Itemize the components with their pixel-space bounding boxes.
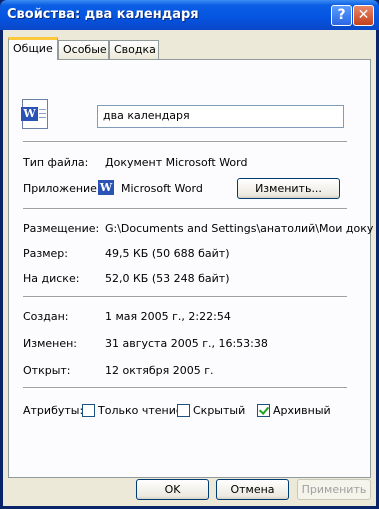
location-value: G:\Documents and Settings\анатолий\Мои д… (105, 222, 374, 235)
window-title: Свойства: два календаря (7, 7, 199, 22)
properties-window: Свойства: два календаря ? ✕ Общие Особые… (0, 0, 379, 509)
archive-checkbox[interactable] (257, 404, 270, 417)
attributes-label: Атрибуты: (23, 404, 84, 417)
general-panel: W два календаря Тип файла: Документ Micr… (8, 59, 374, 478)
hidden-label[interactable]: Скрытый (193, 404, 245, 417)
close-button[interactable]: ✕ (353, 5, 374, 26)
disk-size-value: 52,0 КБ (53 248 байт) (105, 272, 230, 285)
divider (23, 141, 347, 143)
application-value: Microsoft Word (121, 182, 203, 195)
divider (23, 208, 347, 210)
created-value: 1 мая 2005 г., 2:22:54 (105, 310, 231, 323)
opened-label: Открыт: (23, 364, 71, 377)
disk-size-label: На диске: (23, 272, 80, 285)
readonly-checkbox[interactable] (82, 404, 95, 417)
divider (23, 296, 347, 298)
modified-value: 31 августа 2005 г., 16:53:38 (105, 337, 268, 350)
tab-label: Общие (13, 42, 53, 55)
change-button[interactable]: Изменить... (237, 178, 340, 199)
tab-general[interactable]: Общие (8, 37, 58, 60)
readonly-label[interactable]: Только чтение (98, 404, 183, 417)
size-value: 49,5 КБ (50 688 байт) (105, 247, 230, 260)
location-label: Размещение: (23, 222, 100, 235)
file-name-input[interactable]: два календаря (97, 105, 344, 128)
application-label: Приложение: (23, 182, 101, 195)
close-icon: ✕ (357, 7, 370, 23)
modified-label: Изменен: (23, 337, 78, 350)
file-type-value: Документ Microsoft Word (105, 156, 248, 169)
opened-value: 12 октября 2005 г. (105, 364, 214, 377)
file-type-label: Тип файла: (23, 156, 89, 169)
archive-label[interactable]: Архивный (273, 404, 331, 417)
hidden-checkbox[interactable] (177, 404, 190, 417)
title-bar[interactable]: Свойства: два календаря ? ✕ (0, 0, 379, 30)
apply-button[interactable]: Применить (297, 479, 371, 500)
word-document-icon: W (21, 99, 48, 129)
help-button[interactable]: ? (331, 5, 352, 26)
divider (23, 387, 347, 389)
created-label: Создан: (23, 310, 69, 323)
tab-custom[interactable]: Особые (58, 40, 109, 59)
tab-label: Особые (63, 43, 107, 56)
tab-label: Сводка (114, 43, 156, 56)
cancel-button[interactable]: Отмена (216, 479, 289, 500)
size-label: Размер: (23, 247, 68, 260)
word-icon: W (98, 180, 114, 195)
dialog-body: Общие Особые Сводка W два календаря Тип … (3, 30, 376, 506)
help-icon: ? (337, 7, 346, 23)
tab-summary[interactable]: Сводка (109, 40, 159, 59)
ok-button[interactable]: OK (136, 479, 209, 500)
